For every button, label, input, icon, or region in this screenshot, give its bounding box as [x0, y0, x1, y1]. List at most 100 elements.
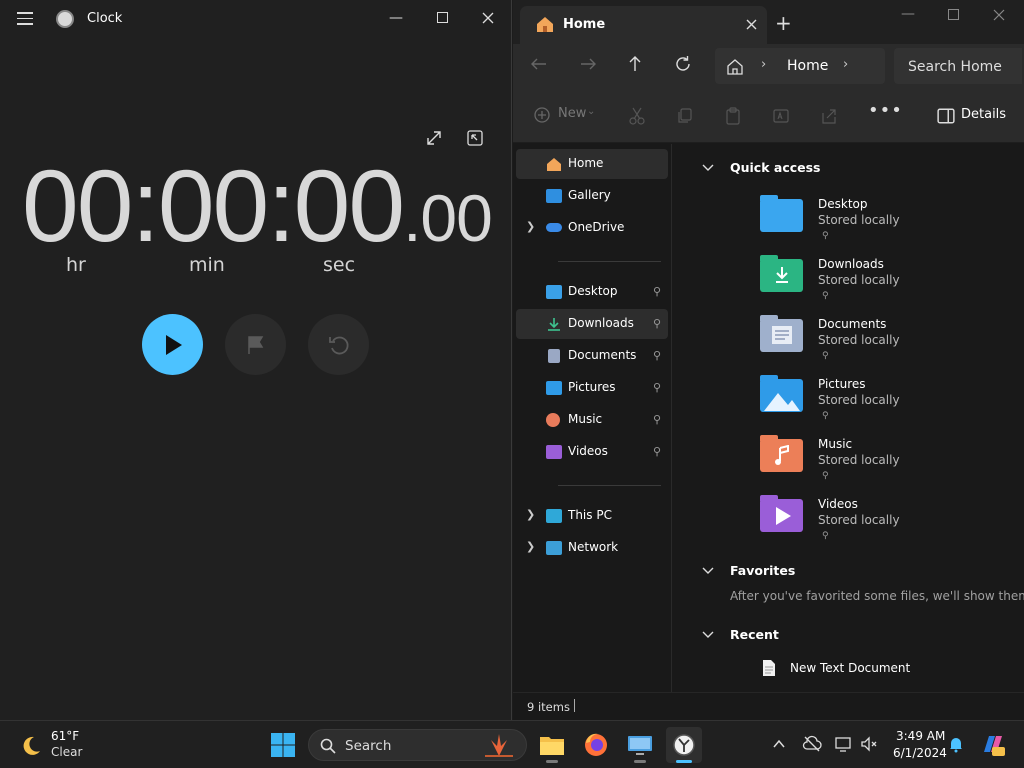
quick-access-item-videos[interactable]: Videos Stored locally ⚲ [760, 495, 1000, 545]
chevron-down-icon[interactable] [702, 164, 714, 172]
share-icon[interactable] [820, 107, 838, 125]
minimize-button[interactable]: — [385, 8, 407, 28]
play-icon [165, 334, 182, 355]
quick-access-item-documents[interactable]: Documents Stored locally ⚲ [760, 315, 1000, 365]
favorites-empty-message: After you've favorited some files, we'll… [730, 589, 1024, 603]
section-quick-access[interactable]: Quick access [730, 160, 821, 175]
system-clock[interactable]: 3:49 AM 6/1/2024 [888, 721, 947, 767]
moon-icon [23, 736, 40, 755]
compact-overlay-icon[interactable] [466, 129, 486, 149]
running-indicator [634, 760, 646, 763]
new-tab-button[interactable]: + [775, 11, 792, 35]
sidebar-item-videos[interactable]: Videos ⚲ [516, 437, 668, 467]
pin-icon: ⚲ [822, 231, 829, 241]
notification-bell-icon[interactable] [947, 735, 967, 755]
sidebar-item-pictures[interactable]: Pictures ⚲ [516, 373, 668, 403]
chevron-down-icon[interactable] [702, 567, 714, 575]
sidebar-item-label: Gallery [568, 188, 611, 202]
sidebar-item-this-pc[interactable]: ❯ This PC [516, 501, 668, 531]
minimize-button[interactable]: — [901, 6, 915, 22]
weather-widget[interactable]: 61°F Clear [10, 727, 140, 763]
chevron-right-icon[interactable]: ❯ [526, 220, 535, 233]
copy-icon[interactable] [676, 107, 694, 125]
start-button[interactable] [142, 314, 203, 375]
sidebar-item-label: Videos [568, 444, 608, 458]
sidebar-item-label: This PC [568, 508, 612, 522]
reset-icon [328, 336, 348, 354]
sidebar-item-home[interactable]: Home [516, 149, 668, 179]
sidebar-item-documents[interactable]: Documents ⚲ [516, 341, 668, 371]
close-button[interactable] [477, 8, 499, 28]
quick-access-item-desktop[interactable]: Desktop Stored locally ⚲ [760, 195, 1000, 245]
sidebar-item-gallery[interactable]: Gallery [516, 181, 668, 211]
network-icon[interactable] [834, 735, 854, 755]
paste-icon[interactable] [724, 107, 742, 125]
videos-icon [546, 445, 562, 459]
maximize-button[interactable] [948, 6, 959, 24]
status-separator [574, 699, 575, 712]
windows-logo-icon [271, 733, 295, 757]
clock-icon [673, 734, 695, 756]
new-button[interactable]: New [558, 106, 586, 121]
item-status: Stored locally [818, 333, 900, 347]
volume-muted-icon[interactable] [860, 735, 880, 755]
sidebar-item-onedrive[interactable]: ❯ OneDrive [516, 213, 668, 243]
quick-access-item-music[interactable]: Music Stored locally ⚲ [760, 435, 1000, 485]
cut-icon[interactable] [628, 107, 646, 125]
item-count: 9 items [527, 700, 570, 714]
chevron-right-icon[interactable]: ❯ [526, 508, 535, 521]
taskbar-clock[interactable] [666, 727, 702, 763]
sidebar-item-downloads[interactable]: Downloads ⚲ [516, 309, 668, 339]
search-icon [320, 738, 336, 754]
quick-access-item-downloads[interactable]: Downloads Stored locally ⚲ [760, 255, 1000, 305]
forward-icon[interactable] [578, 54, 602, 78]
show-hidden-icons-icon[interactable] [771, 736, 791, 756]
search-box[interactable]: Search Home [894, 48, 1022, 84]
section-recent[interactable]: Recent [730, 627, 779, 642]
chevron-down-icon[interactable] [702, 631, 714, 639]
taskbar-firefox[interactable] [578, 727, 614, 763]
up-icon[interactable] [625, 54, 649, 78]
maximize-button[interactable] [431, 8, 453, 28]
close-tab-icon[interactable] [746, 15, 757, 34]
more-options-icon[interactable]: ••• [868, 100, 903, 121]
details-button[interactable]: Details [961, 107, 1006, 122]
sidebar-item-network[interactable]: ❯ Network [516, 533, 668, 563]
pin-icon: ⚲ [822, 351, 829, 361]
sidebar-item-desktop[interactable]: Desktop ⚲ [516, 277, 668, 307]
cloud-offline-icon[interactable] [802, 735, 822, 755]
chevron-right-icon[interactable]: › [843, 57, 848, 72]
taskbar-file-explorer[interactable] [534, 727, 570, 763]
pin-icon: ⚲ [822, 411, 829, 421]
lap-button[interactable] [225, 314, 286, 375]
taskbar-app[interactable] [622, 727, 658, 763]
chevron-right-icon[interactable]: ❯ [526, 540, 535, 553]
tab-home[interactable]: Home [520, 6, 767, 44]
expand-icon[interactable] [425, 129, 445, 149]
breadcrumb[interactable]: Home [787, 58, 828, 74]
item-name: Pictures [818, 377, 866, 391]
download-icon [548, 318, 560, 331]
reset-button[interactable] [308, 314, 369, 375]
cloud-icon [546, 223, 562, 232]
close-button[interactable] [993, 6, 1005, 25]
item-status: Stored locally [818, 453, 900, 467]
recent-item[interactable]: New Text Document [760, 658, 1010, 680]
details-pane-icon [937, 108, 955, 124]
running-indicator [546, 760, 558, 763]
weather-temp: 61°F [51, 729, 80, 743]
menu-icon[interactable] [17, 12, 33, 25]
sidebar-item-music[interactable]: Music ⚲ [516, 405, 668, 435]
quick-access-item-pictures[interactable]: Pictures Stored locally ⚲ [760, 375, 1000, 425]
address-bar[interactable]: › Home › [715, 48, 885, 84]
refresh-icon[interactable] [673, 54, 697, 78]
start-button[interactable] [270, 732, 296, 758]
rename-icon[interactable] [772, 107, 790, 125]
copilot-icon[interactable] [980, 732, 1006, 758]
pin-icon: ⚲ [653, 445, 662, 458]
section-favorites[interactable]: Favorites [730, 563, 795, 578]
back-icon[interactable] [529, 54, 553, 78]
sidebar-item-label: Network [568, 540, 619, 554]
pin-icon: ⚲ [822, 471, 829, 481]
taskbar-search[interactable]: Search [308, 729, 527, 761]
